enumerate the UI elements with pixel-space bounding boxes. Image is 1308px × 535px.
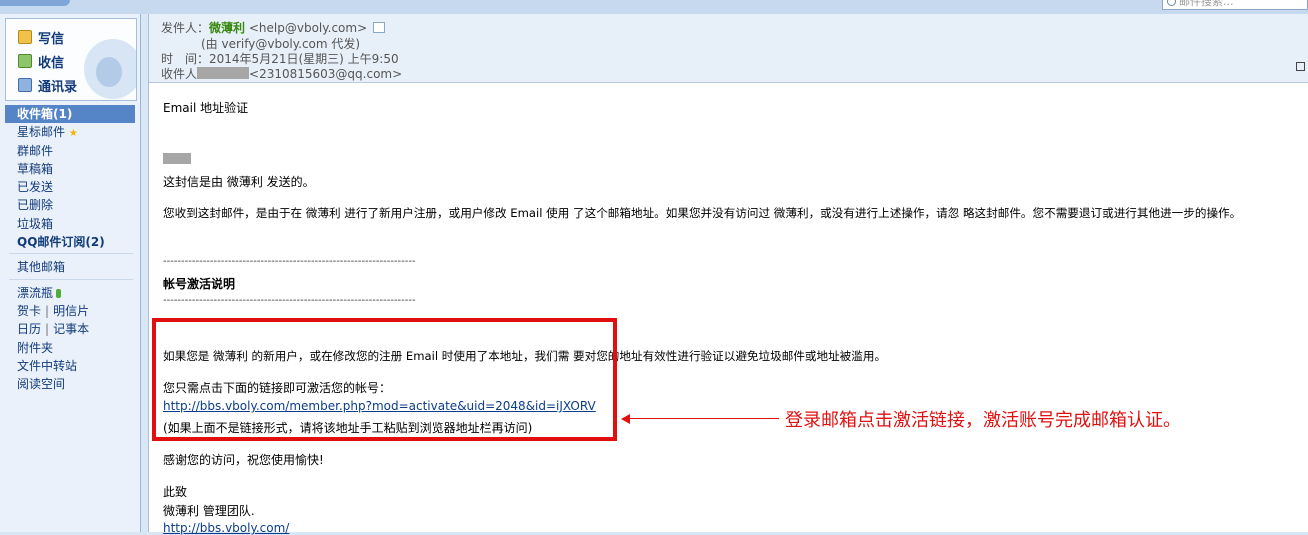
redacted-block	[197, 67, 250, 79]
compose-button[interactable]: 写信	[18, 27, 64, 47]
signature-line: 微薄利 管理团队.	[163, 504, 255, 518]
site-link[interactable]: http://bbs.vboly.com/	[163, 521, 289, 535]
folder-starred-label: 星标邮件	[17, 125, 66, 140]
receive-label: 收信	[38, 55, 65, 71]
from-label: 发件人：	[161, 21, 210, 35]
sent-by-line: 这封信是由 微薄利 发送的。	[163, 175, 315, 189]
reading-space-link[interactable]: 阅读空间	[5, 375, 137, 393]
drift-bottle-link[interactable]: 漂流瓶	[5, 284, 137, 302]
divider-top: ----------------------------------------…	[163, 256, 416, 267]
cards-row: 贺卡 | 明信片	[5, 302, 137, 320]
reason-paragraph: 您收到这封邮件，是由于在 微薄利 进行了新用户注册，或用户修改 Email 使用…	[163, 206, 1242, 220]
inbox-download-icon	[18, 54, 32, 68]
calendar-link[interactable]: 日历	[17, 322, 41, 336]
contacts-label: 通讯录	[38, 79, 78, 95]
folder-list: 收件箱(1) 星标邮件 ★ 群邮件 草稿箱 已发送 已删除 垃圾箱 QQ邮件订阅…	[5, 105, 137, 393]
top-bar: 邮件搜索...	[0, 0, 1308, 14]
folder-divider	[9, 278, 133, 280]
bottle-icon	[56, 288, 62, 298]
mail-reader: 发件人：微薄利 <help@vboly.com> (由 verify@vboly…	[148, 14, 1308, 535]
sender-email: <help@vboly.com>	[248, 21, 368, 35]
star-icon: ★	[68, 128, 78, 140]
separator: |	[45, 303, 50, 318]
sender-name[interactable]: 微薄利	[209, 21, 245, 35]
folder-spam[interactable]: 垃圾箱	[5, 215, 137, 233]
mascot-decoration-inner	[96, 57, 122, 87]
search-icon	[1167, 0, 1176, 6]
recipient-email: <2310815603@qq.com>	[249, 67, 403, 81]
calendar-row: 日历 | 记事本	[5, 320, 137, 338]
recipient-line: 收件人： <2310815603@qq.com>	[161, 65, 402, 82]
annotation-text: 登录邮箱点击激活链接，激活账号完成邮箱认证。	[785, 410, 1181, 431]
folder-starred[interactable]: 星标邮件 ★	[5, 123, 137, 141]
folder-divider	[9, 253, 133, 255]
time-label: 时 间：	[161, 52, 210, 66]
closing-line: 此致	[163, 485, 188, 499]
folder-drafts[interactable]: 草稿箱	[5, 160, 137, 178]
compose-icon	[18, 30, 32, 44]
folder-deleted[interactable]: 已删除	[5, 196, 137, 214]
folder-inbox[interactable]: 收件箱(1)	[5, 105, 135, 124]
mail-header: 发件人：微薄利 <help@vboly.com> (由 verify@vboly…	[149, 14, 1308, 83]
attachments-link[interactable]: 附件夹	[5, 339, 137, 357]
section-title: 帐号激活说明	[163, 277, 236, 291]
separator: |	[45, 322, 50, 337]
compose-label: 写信	[38, 31, 65, 47]
postcards-link[interactable]: 明信片	[53, 304, 89, 318]
mail-body: Email 地址验证 这封信是由 微薄利 发送的。 您收到这封邮件，是由于在 微…	[149, 82, 1308, 535]
restore-window-icon[interactable]	[1296, 62, 1305, 71]
greeting-cards-link[interactable]: 贺卡	[17, 304, 41, 318]
drift-bottle-label: 漂流瓶	[17, 285, 54, 300]
highlight-box	[152, 318, 617, 441]
divider-bottom: ----------------------------------------…	[163, 295, 416, 306]
top-bar-decoration	[0, 0, 70, 6]
mail-subject: Email 地址验证	[163, 101, 249, 115]
contacts-icon	[18, 78, 32, 92]
sender-line: 发件人：微薄利 <help@vboly.com>	[161, 19, 386, 36]
folder-other-mailboxes[interactable]: 其他邮箱	[5, 258, 137, 276]
add-contact-icon[interactable]	[373, 22, 386, 33]
file-transfer-link[interactable]: 文件中转站	[5, 357, 137, 375]
sidebar: 写信 收信 通讯录 收件箱(1) 星标邮件 ★ 群邮件 草稿箱 已发送 已删除 …	[0, 14, 141, 532]
folder-subscriptions[interactable]: QQ邮件订阅(2)	[5, 233, 137, 251]
thanks-line: 感谢您的访问，祝您使用愉快!	[163, 453, 324, 467]
notes-link[interactable]: 记事本	[53, 322, 89, 336]
receive-button[interactable]: 收信	[18, 51, 64, 71]
mail-search-input[interactable]: 邮件搜索...	[1162, 0, 1308, 10]
search-placeholder: 邮件搜索...	[1179, 0, 1234, 8]
annotation-arrow-line	[629, 418, 779, 419]
annotation-arrow-icon	[621, 414, 630, 424]
quick-actions-panel: 写信 收信 通讯录	[5, 18, 137, 101]
redacted-block	[163, 152, 191, 166]
folder-group[interactable]: 群邮件	[5, 142, 137, 160]
folder-sent[interactable]: 已发送	[5, 178, 137, 196]
contacts-button[interactable]: 通讯录	[18, 75, 77, 95]
time-value: 2014年5月21日(星期三) 上午9:50	[209, 52, 399, 66]
